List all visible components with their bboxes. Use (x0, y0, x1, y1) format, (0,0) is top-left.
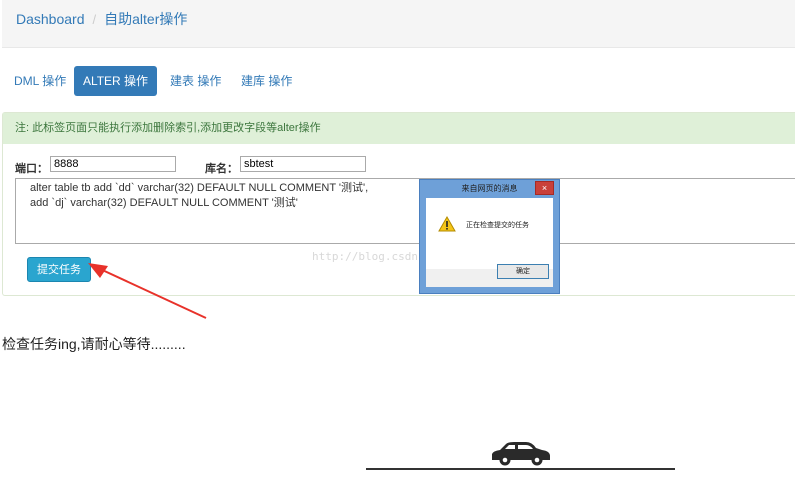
status-message: 检查任务ing,请耐心等待......... (2, 336, 186, 352)
dialog-ok-button[interactable]: 确定 (497, 264, 549, 279)
dialog-close-button[interactable]: × (535, 181, 554, 195)
road-line (366, 468, 675, 470)
dialog-body (426, 198, 553, 270)
red-arrow-annotation (88, 263, 207, 319)
dialog-message: 正在检查提交的任务 (466, 222, 529, 229)
warning-icon (438, 216, 456, 232)
car-icon (492, 442, 550, 466)
